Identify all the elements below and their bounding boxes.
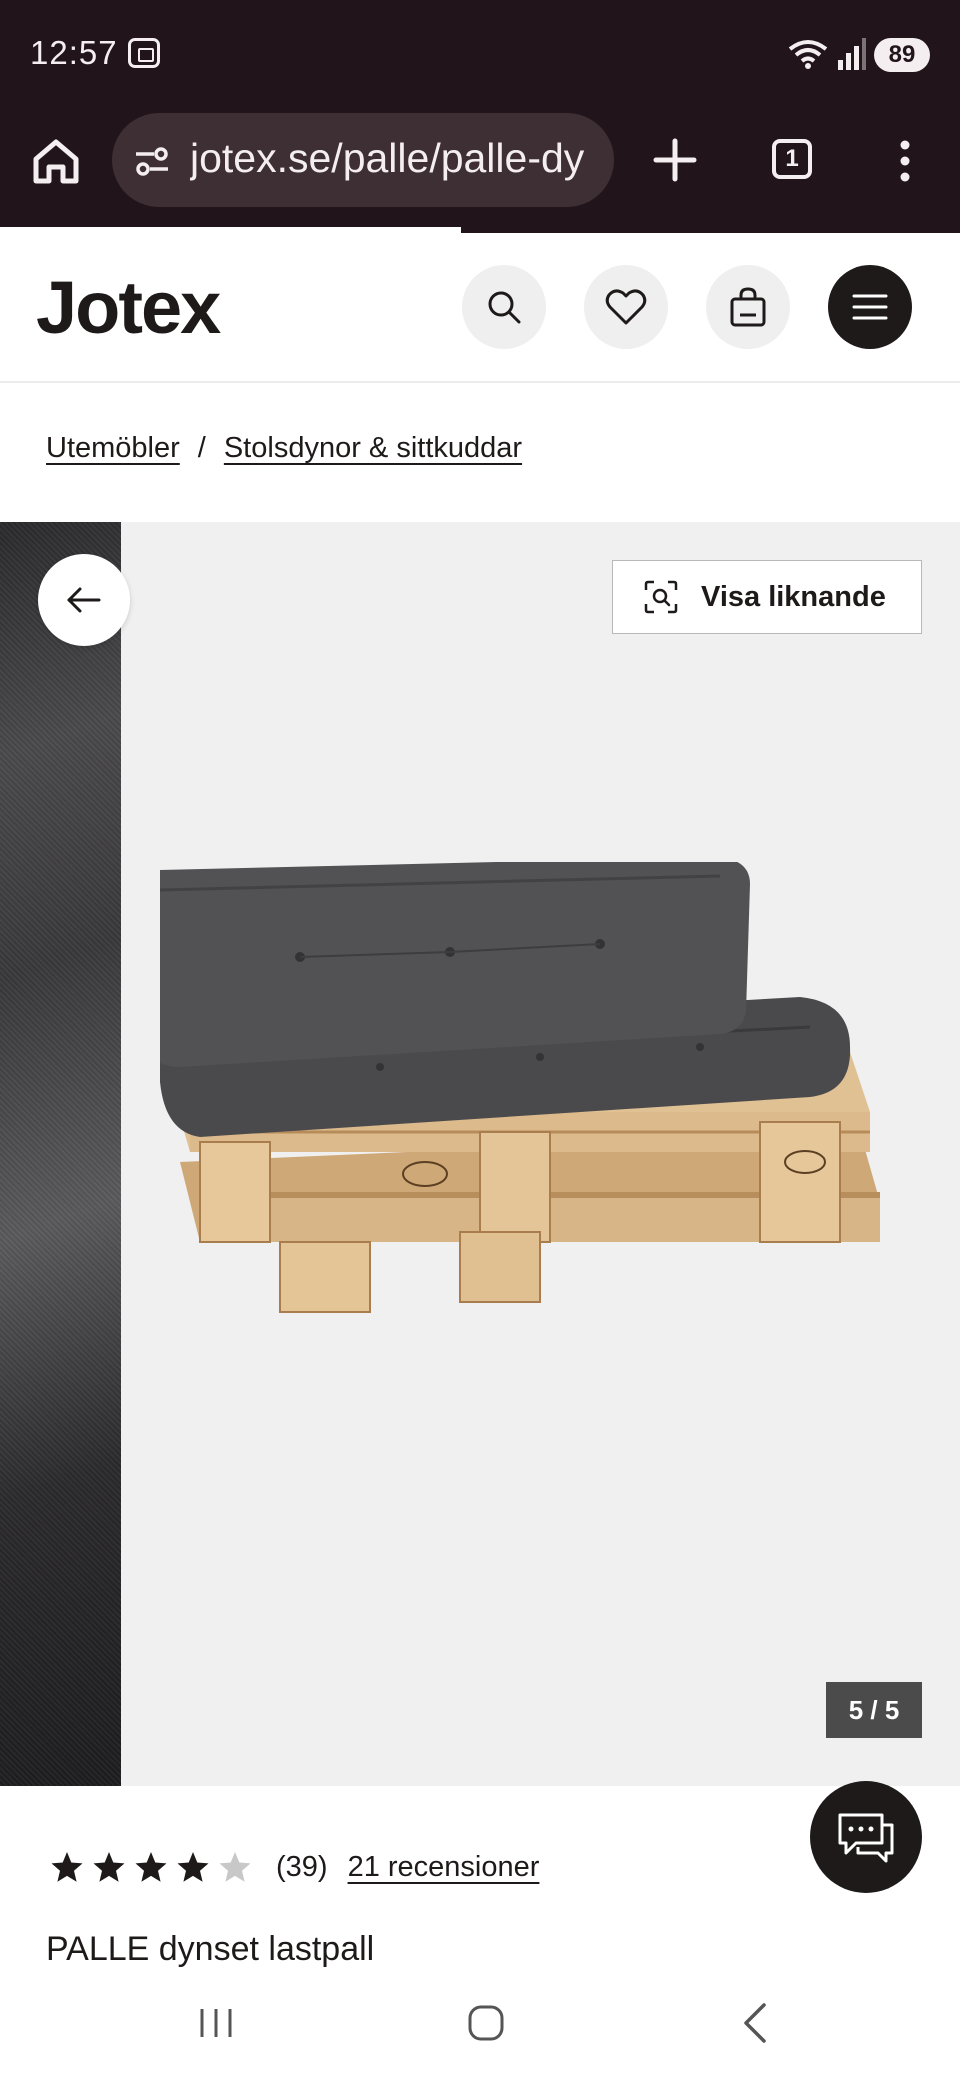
heart-icon [605,289,647,325]
reviews-link[interactable]: 21 recensioner [348,1851,540,1884]
cart-button[interactable] [706,265,790,349]
screen-record-icon [128,38,160,68]
gallery-counter: 5 / 5 [826,1682,922,1738]
battery-indicator: 89 [874,38,930,72]
star-icon [177,1852,209,1882]
tab-switcher-icon[interactable]: 1 [772,139,812,179]
menu-button[interactable] [828,265,912,349]
chat-button[interactable] [810,1781,922,1893]
signal-icon [838,38,866,70]
star-icon [93,1852,125,1882]
favorites-button[interactable] [584,265,668,349]
product-title: PALLE dynset lastpall [46,1930,375,1968]
status-time: 12:57 [30,34,118,71]
tune-icon[interactable] [134,143,170,179]
address-bar[interactable]: jotex.se/palle/palle-dy [112,113,614,207]
breadcrumb-link-stolsdynor[interactable]: Stolsdynor & sittkuddar [224,432,522,464]
shopping-bag-icon [730,287,766,327]
url-text[interactable]: jotex.se/palle/palle-dy [190,135,610,182]
nav-home-icon[interactable] [466,2003,506,2043]
star-empty-icon [219,1852,251,1882]
product-image [160,862,880,1313]
wifi-icon [788,40,828,69]
gallery-back-button[interactable] [38,554,130,646]
show-similar-button[interactable]: Visa liknande [612,560,922,634]
product-rating: (39) 21 recensioner [50,1847,539,1887]
star-icon [135,1852,167,1882]
plus-icon[interactable] [650,135,700,185]
search-button[interactable] [462,265,546,349]
scan-icon [644,580,678,614]
site-header: Jotex [0,233,960,383]
previous-slide-image[interactable] [0,522,121,1786]
more-vert-icon[interactable] [890,139,920,183]
star-icon [51,1852,83,1882]
search-icon [488,291,521,324]
show-similar-label: Visa liknande [701,580,886,613]
chat-icon [838,1813,894,1863]
site-logo[interactable]: Jotex [36,265,221,350]
breadcrumb-separator: / [197,432,206,464]
breadcrumb-link-utemobler[interactable]: Utemöbler [46,432,180,464]
system-nav-bar [0,1975,960,2080]
arrow-left-icon [67,587,101,613]
recents-icon[interactable] [196,2003,236,2043]
home-icon[interactable] [30,135,82,187]
hamburger-icon [852,294,888,320]
rating-count: (39) [276,1850,328,1883]
product-gallery[interactable]: Visa liknande 5 / 5 [0,522,960,1786]
status-bar: 12:57 89 [0,0,960,105]
breadcrumb: Utemöbler / Stolsdynor & sittkuddar [46,432,522,465]
nav-back-icon[interactable] [738,2001,770,2045]
browser-toolbar: jotex.se/palle/palle-dy 1 [0,105,960,227]
